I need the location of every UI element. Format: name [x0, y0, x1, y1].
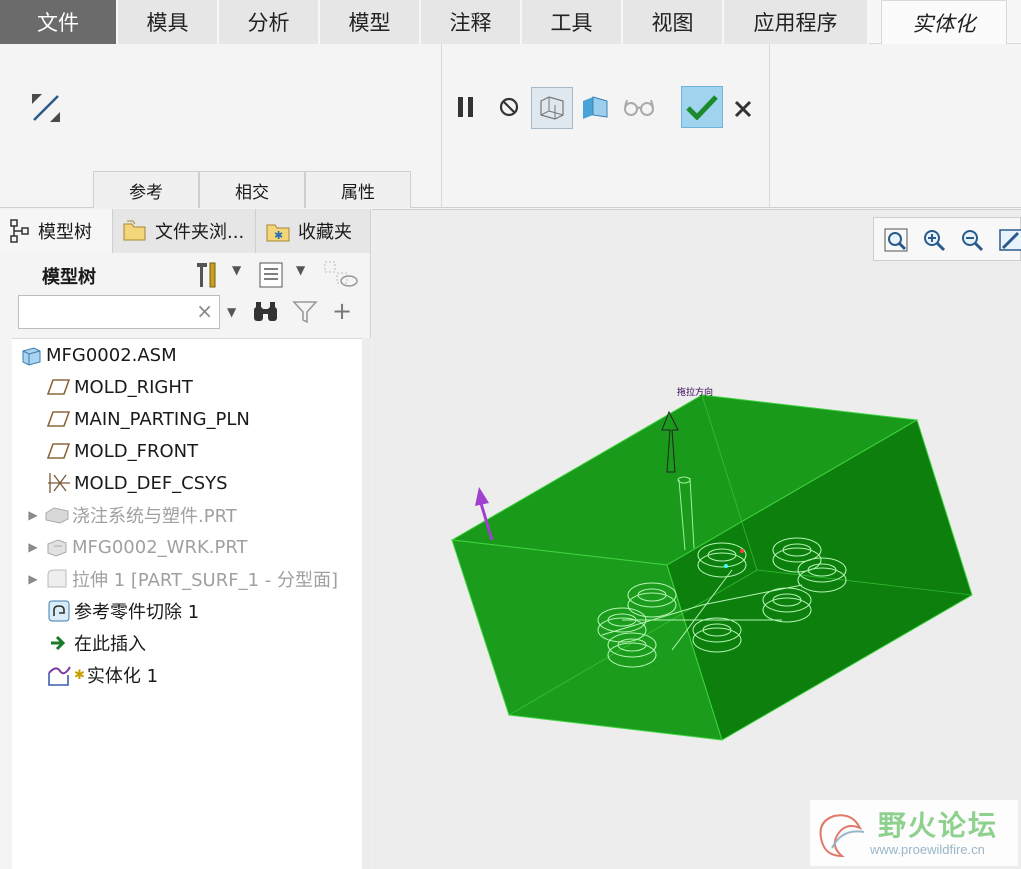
watermark-name: 野火论坛: [878, 809, 999, 842]
expand-arrow-icon[interactable]: ▶: [24, 572, 42, 586]
tree-node-label: MOLD_RIGHT: [74, 376, 193, 398]
pause-icon[interactable]: [450, 90, 482, 124]
tree-title: 模型树: [42, 267, 96, 288]
tab-mold[interactable]: 模具: [118, 0, 219, 44]
tree-node-datum-plane[interactable]: MOLD_FRONT: [44, 435, 198, 467]
tree-node-datum-plane[interactable]: MOLD_RIGHT: [44, 371, 193, 403]
ribbon-tab-properties[interactable]: 属性: [305, 171, 411, 208]
drag-direction-label: 拖拉方向: [677, 388, 714, 398]
hide-items-icon[interactable]: [323, 259, 359, 294]
panel-tab-label: 模型树: [38, 222, 92, 243]
new-feature-star-icon: ✱: [74, 667, 85, 683]
tree-scrollbar[interactable]: [362, 338, 371, 869]
panel-tab-folder-browser[interactable]: 文件夹浏...: [113, 209, 256, 253]
tab-model[interactable]: 模型: [320, 0, 421, 44]
ribbon-tab-references[interactable]: 参考: [93, 171, 199, 208]
graphics-viewport[interactable]: 拖拉方向: [372, 209, 1021, 869]
add-plus-icon[interactable]: +: [332, 297, 352, 325]
tree-node-datum-plane[interactable]: MAIN_PARTING_PLN: [44, 403, 250, 435]
tree-node-part[interactable]: ▶ 浇注系统与塑件.PRT: [24, 499, 237, 531]
tree-node-label: MOLD_FRONT: [74, 440, 199, 462]
datum-plane-icon: [44, 439, 74, 463]
ribbon-tab-intersect[interactable]: 相交: [199, 171, 305, 208]
tab-analysis[interactable]: 分析: [219, 0, 320, 44]
expand-arrow-icon[interactable]: ▶: [24, 540, 42, 554]
panel-tab-model-tree[interactable]: 模型树: [0, 209, 113, 253]
tree-node-label: 在此插入: [74, 634, 146, 655]
tab-applications[interactable]: 应用程序: [724, 0, 869, 44]
tree-node-label: 实体化 1: [86, 666, 159, 687]
datum-plane-icon: [44, 375, 74, 399]
forum-watermark: 野火论坛 www.proewildfire.cn: [810, 800, 1018, 866]
tree-node-label: MFG0002.ASM: [46, 344, 177, 366]
tree-node-workpiece[interactable]: ▶ MFG0002_WRK.PRT: [24, 531, 248, 563]
tab-view[interactable]: 视图: [623, 0, 724, 44]
folder-icon: [123, 220, 146, 241]
no-preview-icon[interactable]: [493, 90, 525, 124]
tree-node-assembly[interactable]: MFG0002.ASM: [16, 339, 177, 371]
favorites-folder-icon: ✱: [266, 224, 290, 242]
tree-node-label: MOLD_DEF_CSYS: [74, 472, 228, 494]
tree-search-row: × ▼ +: [0, 295, 371, 337]
surface-icon: [42, 567, 72, 591]
part-icon: [42, 503, 72, 527]
settings-dropdown-arrow-icon[interactable]: ▼: [232, 263, 241, 277]
svg-text:✱: ✱: [274, 229, 283, 242]
tab-solidify[interactable]: 实体化: [881, 0, 1007, 44]
tree-node-label: 浇注系统与塑件.PRT: [72, 506, 237, 527]
navigator-panel: 模型树 文件夹浏... ✱ 收藏夹 模型树 ▼ ▼ × ▼ + MFG0002.…: [0, 209, 371, 869]
solidify-icon: [44, 663, 74, 687]
tree-node-label: MFG0002_WRK.PRT: [72, 536, 248, 558]
cancel-x-icon[interactable]: [729, 94, 757, 124]
watermark-logo-icon: [819, 814, 865, 858]
tree-node-label: 参考零件切除 1: [74, 602, 200, 623]
cutout-icon: [44, 599, 74, 623]
ribbon: 参考 相交 属性: [0, 44, 1021, 208]
panel-tab-label: 收藏夹: [298, 222, 352, 243]
insert-here-arrow-icon: [44, 631, 74, 655]
panel-tab-label: 文件夹浏...: [155, 222, 245, 243]
panel-tabs: 模型树 文件夹浏... ✱ 收藏夹: [0, 209, 371, 253]
tree-node-extrude-surface[interactable]: ▶ 拉伸 1 [PART_SURF_1 - 分型面]: [24, 563, 338, 595]
preview-geometry-icon[interactable]: [531, 87, 573, 129]
menu-bar: 文件 模具 分析 模型 注释 工具 视图 应用程序 实体化: [0, 0, 1021, 44]
glasses-icon[interactable]: [620, 90, 658, 124]
tab-file[interactable]: 文件: [0, 0, 118, 44]
tab-annotate[interactable]: 注释: [421, 0, 522, 44]
search-dropdown-arrow-icon[interactable]: ▼: [227, 305, 236, 319]
confirm-check-icon[interactable]: [681, 86, 723, 128]
tree-node-solidify[interactable]: ✱ 实体化 1: [44, 659, 158, 691]
model-tree: MFG0002.ASM MOLD_RIGHT MAIN_PARTING_PLN …: [12, 338, 362, 869]
tree-node-label: 拉伸 1 [PART_SURF_1 - 分型面]: [72, 570, 339, 591]
tree-search-input[interactable]: [23, 297, 193, 327]
settings-tools-icon[interactable]: [193, 259, 221, 294]
tree-header: 模型树 ▼ ▼: [0, 253, 371, 295]
datum-plane-icon: [44, 407, 74, 431]
mold-model-3d-view[interactable]: [372, 210, 1021, 869]
expand-arrow-icon[interactable]: ▶: [24, 508, 42, 522]
csys-icon: [44, 471, 74, 495]
model-tree-icon: [10, 219, 29, 243]
watermark-url: www.proewildfire.cn: [870, 842, 985, 857]
verify-geometry-icon[interactable]: [578, 90, 612, 124]
show-dropdown-arrow-icon[interactable]: ▼: [296, 263, 305, 277]
tree-node-csys[interactable]: MOLD_DEF_CSYS: [44, 467, 228, 499]
clear-search-icon[interactable]: ×: [196, 299, 213, 323]
binoculars-find-icon[interactable]: [252, 299, 280, 330]
filter-icon[interactable]: [292, 299, 318, 330]
flip-direction-icon[interactable]: [26, 88, 66, 128]
panel-tab-favorites[interactable]: ✱ 收藏夹: [256, 209, 371, 253]
tree-search-box: ×: [18, 295, 220, 329]
tree-node-insert-here[interactable]: 在此插入: [44, 627, 146, 659]
tab-tools[interactable]: 工具: [522, 0, 623, 44]
tree-node-cutout[interactable]: 参考零件切除 1: [44, 595, 199, 627]
show-list-icon[interactable]: [258, 261, 284, 294]
assembly-icon: [16, 343, 46, 367]
tree-node-label: MAIN_PARTING_PLN: [74, 408, 250, 430]
workpiece-icon: [42, 535, 72, 559]
